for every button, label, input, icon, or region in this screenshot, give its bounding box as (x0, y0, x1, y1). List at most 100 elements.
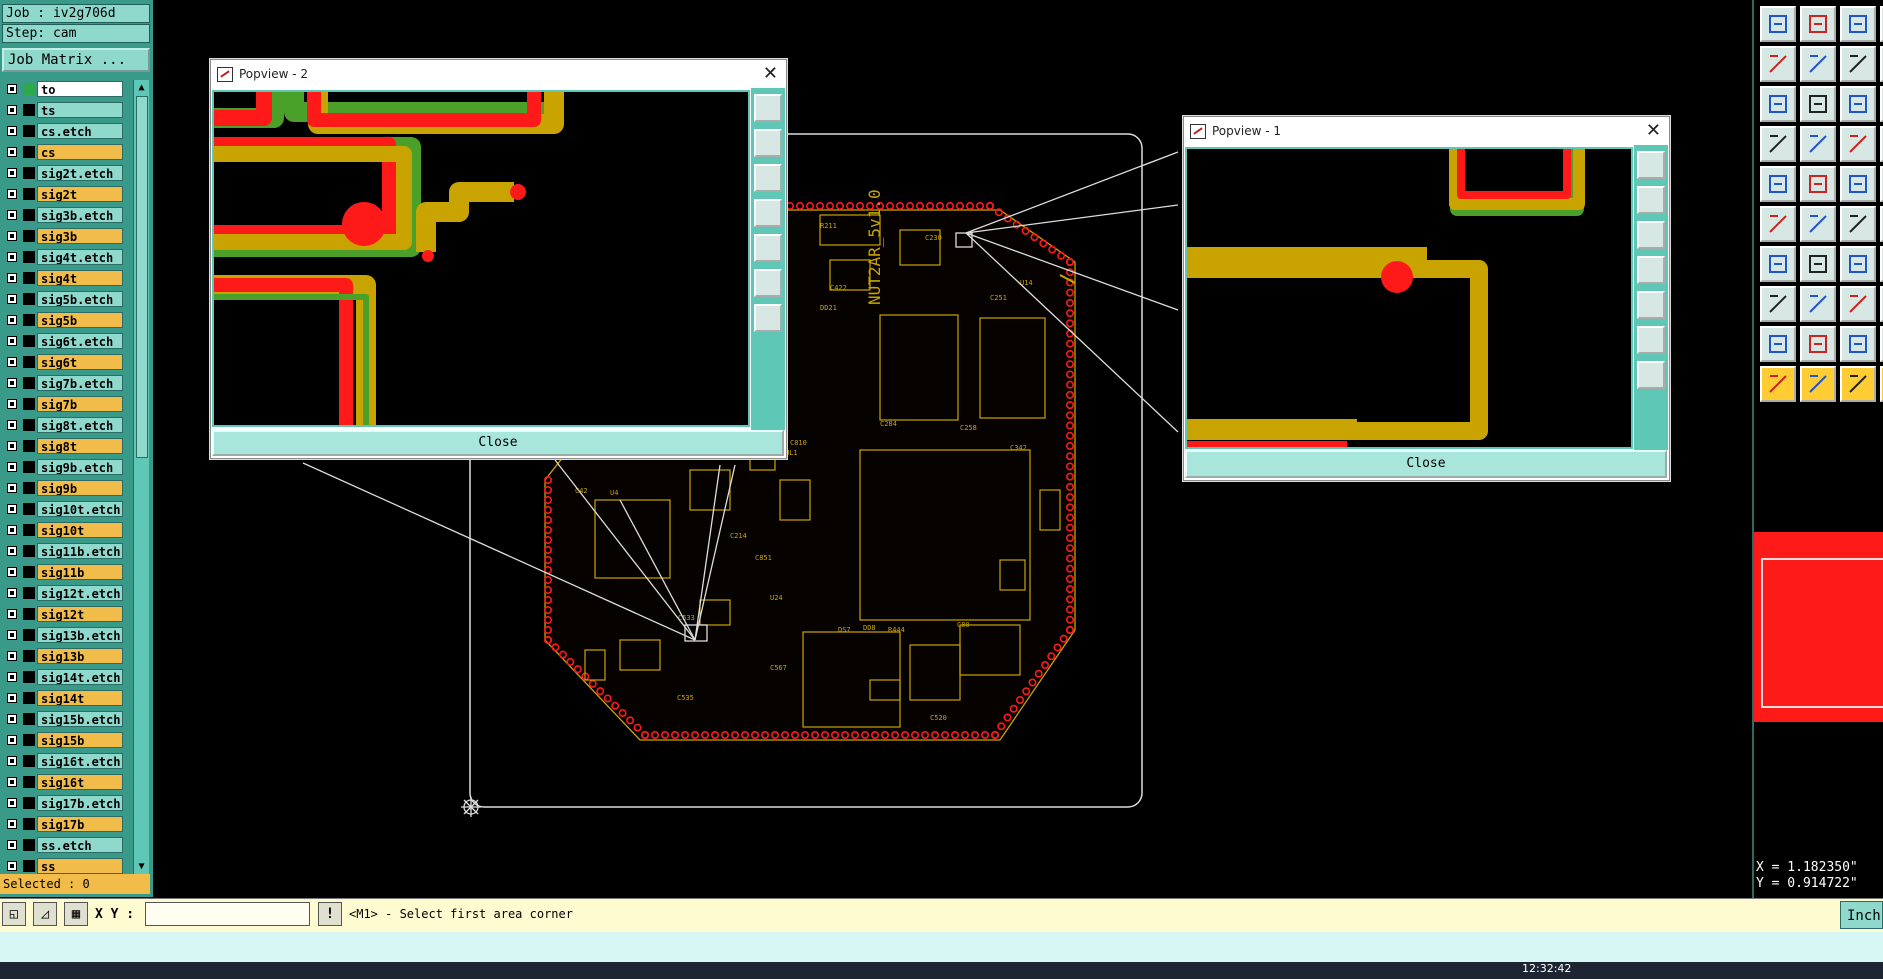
layer-row[interactable]: ts (2, 101, 126, 119)
layer-checkbox[interactable] (7, 756, 17, 766)
view-tool-button[interactable] (754, 129, 782, 157)
units-button[interactable]: Inch (1840, 901, 1883, 929)
layer-name[interactable]: sig12t.etch (37, 585, 123, 601)
layer-name[interactable]: sig15b (37, 732, 123, 748)
layer-name[interactable]: sig3b.etch (37, 207, 123, 223)
job-matrix-button[interactable]: Job Matrix ... (2, 48, 150, 72)
tool-button[interactable] (1840, 166, 1876, 202)
layer-color-swatch[interactable] (23, 251, 35, 263)
view-tool-button[interactable] (754, 304, 782, 332)
tool-button[interactable] (1840, 206, 1876, 242)
layer-row[interactable]: sig2t (2, 185, 126, 203)
layer-color-swatch[interactable] (23, 860, 35, 872)
view-tool-button[interactable] (1637, 221, 1665, 249)
layer-name[interactable]: sig9b.etch (37, 459, 123, 475)
tool-button[interactable] (1800, 326, 1836, 362)
layer-row[interactable]: sig8t (2, 437, 126, 455)
layer-checkbox[interactable] (7, 273, 17, 283)
layer-row[interactable]: sig17b.etch (2, 794, 126, 812)
snap-icon[interactable]: ◱ (2, 902, 26, 926)
layer-color-swatch[interactable] (23, 818, 35, 830)
layer-list-scrollbar[interactable]: ▲ ▼ (133, 80, 149, 874)
layer-checkbox[interactable] (7, 672, 17, 682)
scroll-up-icon[interactable]: ▲ (135, 81, 148, 94)
view-tool-button[interactable] (754, 94, 782, 122)
layer-color-swatch[interactable] (23, 293, 35, 305)
tool-button[interactable] (1760, 46, 1796, 82)
layer-checkbox[interactable] (7, 336, 17, 346)
tool-button[interactable] (1840, 326, 1876, 362)
tool-button[interactable] (1760, 246, 1796, 282)
layer-checkbox[interactable] (7, 105, 17, 115)
popview-1-canvas[interactable] (1185, 147, 1633, 449)
tool-button[interactable] (1760, 6, 1796, 42)
view-tool-button[interactable] (1637, 291, 1665, 319)
layer-row[interactable]: sig10t.etch (2, 500, 126, 518)
layer-checkbox[interactable] (7, 252, 17, 262)
layer-checkbox[interactable] (7, 777, 17, 787)
layer-row[interactable]: sig9b (2, 479, 126, 497)
tool-button[interactable] (1760, 166, 1796, 202)
layer-row[interactable]: cs (2, 143, 126, 161)
tool-button[interactable] (1760, 366, 1796, 402)
layer-row[interactable]: sig6t (2, 353, 126, 371)
layer-checkbox[interactable] (7, 630, 17, 640)
layer-checkbox[interactable] (7, 168, 17, 178)
layer-color-swatch[interactable] (23, 209, 35, 221)
grid-icon[interactable]: ▦ (64, 902, 88, 926)
view-tool-button[interactable] (1637, 151, 1665, 179)
layer-color-swatch[interactable] (23, 608, 35, 620)
tool-button[interactable] (1800, 126, 1836, 162)
layer-checkbox[interactable] (7, 294, 17, 304)
layer-name[interactable]: sig13b (37, 648, 123, 664)
layer-row[interactable]: sig5b (2, 311, 126, 329)
layer-row[interactable]: sig17b (2, 815, 126, 833)
layer-row[interactable]: sig11b (2, 563, 126, 581)
popview-2-canvas[interactable] (212, 90, 750, 427)
layer-row[interactable]: sig16t (2, 773, 126, 791)
layer-checkbox[interactable] (7, 357, 17, 367)
layer-name[interactable]: sig3b (37, 228, 123, 244)
tool-button[interactable] (1760, 326, 1796, 362)
layer-row[interactable]: sig13b (2, 647, 126, 665)
layer-checkbox[interactable] (7, 210, 17, 220)
layer-checkbox[interactable] (7, 861, 17, 871)
layer-name[interactable]: sig16t (37, 774, 123, 790)
layer-color-swatch[interactable] (23, 104, 35, 116)
layer-name[interactable]: sig6t.etch (37, 333, 123, 349)
layer-name[interactable]: sig2t.etch (37, 165, 123, 181)
layer-color-swatch[interactable] (23, 461, 35, 473)
layer-color-swatch[interactable] (23, 83, 35, 95)
layer-color-swatch[interactable] (23, 629, 35, 641)
tool-button[interactable] (1800, 246, 1836, 282)
layer-name[interactable]: sig16t.etch (37, 753, 123, 769)
tool-button[interactable] (1840, 366, 1876, 402)
layer-name[interactable]: to (37, 81, 123, 97)
layer-name[interactable]: ss.etch (37, 837, 123, 853)
layer-name[interactable]: sig11b (37, 564, 123, 580)
layer-row[interactable]: sig4t.etch (2, 248, 126, 266)
tool-button[interactable] (1840, 46, 1876, 82)
layer-color-swatch[interactable] (23, 797, 35, 809)
tool-button[interactable] (1840, 86, 1876, 122)
layer-checkbox[interactable] (7, 588, 17, 598)
layer-row[interactable]: cs.etch (2, 122, 126, 140)
layer-color-swatch[interactable] (23, 377, 35, 389)
layer-color-swatch[interactable] (23, 419, 35, 431)
layer-row[interactable]: to (2, 80, 126, 98)
layer-color-swatch[interactable] (23, 125, 35, 137)
layer-row[interactable]: sig3b.etch (2, 206, 126, 224)
layer-row[interactable]: sig16t.etch (2, 752, 126, 770)
layer-checkbox[interactable] (7, 609, 17, 619)
layer-checkbox[interactable] (7, 567, 17, 577)
tool-button[interactable] (1840, 286, 1876, 322)
view-tool-button[interactable] (1637, 326, 1665, 354)
tool-button[interactable] (1800, 46, 1836, 82)
layer-checkbox[interactable] (7, 147, 17, 157)
view-tool-button[interactable] (1637, 361, 1665, 389)
tool-button[interactable] (1840, 246, 1876, 282)
layer-checkbox[interactable] (7, 462, 17, 472)
layer-color-swatch[interactable] (23, 398, 35, 410)
layer-color-swatch[interactable] (23, 566, 35, 578)
layer-checkbox[interactable] (7, 735, 17, 745)
